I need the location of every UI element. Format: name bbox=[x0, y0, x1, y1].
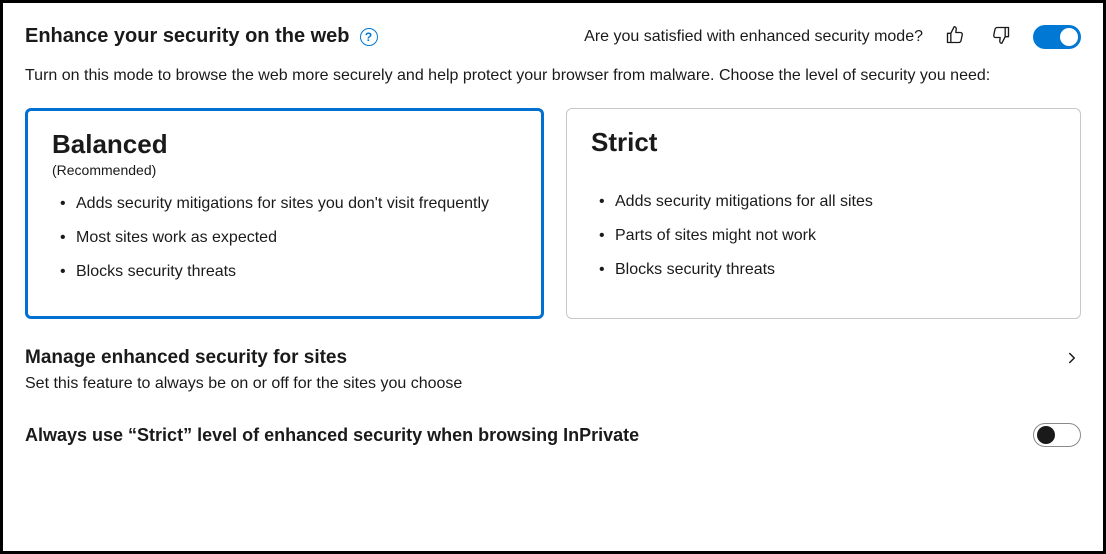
manage-sites-description: Set this feature to always be on or off … bbox=[25, 375, 1081, 393]
balanced-subtitle: (Recommended) bbox=[52, 162, 517, 178]
list-item: Blocks security threats bbox=[56, 260, 517, 284]
list-item: Adds security mitigations for sites you … bbox=[56, 192, 517, 216]
thumbs-up-icon bbox=[945, 25, 965, 48]
section-description: Turn on this mode to browse the web more… bbox=[25, 64, 1081, 88]
enhance-security-toggle[interactable] bbox=[1033, 25, 1081, 49]
balanced-title: Balanced bbox=[52, 129, 517, 160]
thumbs-up-button[interactable] bbox=[941, 21, 969, 52]
inprivate-strict-toggle[interactable] bbox=[1033, 423, 1081, 447]
help-icon[interactable]: ? bbox=[360, 28, 378, 46]
manage-sites-row[interactable]: Manage enhanced security for sites bbox=[25, 347, 1081, 369]
manage-sites-title: Manage enhanced security for sites bbox=[25, 347, 347, 369]
section-title: Enhance your security on the web bbox=[25, 25, 350, 48]
chevron-right-icon bbox=[1063, 349, 1081, 367]
security-level-balanced-card[interactable]: Balanced (Recommended) Adds security mit… bbox=[25, 108, 544, 319]
list-item: Blocks security threats bbox=[595, 258, 1056, 282]
security-level-strict-card[interactable]: Strict Adds security mitigations for all… bbox=[566, 108, 1081, 319]
thumbs-down-icon bbox=[991, 25, 1011, 48]
list-item: Most sites work as expected bbox=[56, 226, 517, 250]
feedback-prompt: Are you satisfied with enhanced security… bbox=[584, 28, 923, 46]
list-item: Adds security mitigations for all sites bbox=[595, 190, 1056, 214]
thumbs-down-button[interactable] bbox=[987, 21, 1015, 52]
list-item: Parts of sites might not work bbox=[595, 224, 1056, 248]
strict-subtitle bbox=[591, 160, 1056, 176]
inprivate-strict-title: Always use “Strict” level of enhanced se… bbox=[25, 425, 639, 446]
strict-title: Strict bbox=[591, 127, 1056, 158]
